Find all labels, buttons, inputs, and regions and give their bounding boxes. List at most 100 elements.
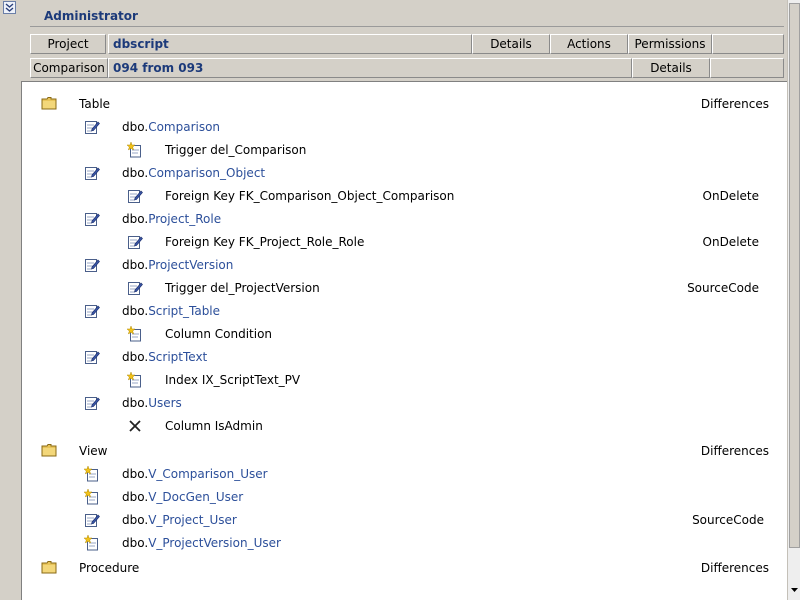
schema-prefix: dbo. [122, 490, 149, 504]
edit-icon [127, 188, 143, 204]
collapse-toggle-icon[interactable] [3, 1, 16, 14]
differences-tree: Table Differences dbo.Comparison Trigger de… [21, 81, 787, 600]
scroll-thumb[interactable] [789, 3, 800, 548]
object-link[interactable]: Project_Role [148, 212, 221, 226]
object-link[interactable]: V_Comparison_User [148, 467, 267, 481]
new-icon [127, 372, 143, 388]
folder-icon [41, 96, 57, 112]
child-row[interactable]: Index IX_ScriptText_PV [22, 370, 782, 390]
edit-icon [84, 119, 100, 135]
edit-icon [84, 165, 100, 181]
actions-button[interactable]: Actions [550, 34, 628, 54]
schema-prefix: dbo. [122, 396, 149, 410]
new-icon [127, 326, 143, 342]
object-row[interactable]: dbo.V_Comparison_User [22, 464, 782, 484]
object-row[interactable]: dbo.Script_Table [22, 301, 782, 321]
schema-prefix: dbo. [122, 304, 149, 318]
object-link[interactable]: Comparison [148, 120, 220, 134]
difference-label: SourceCode [687, 281, 759, 295]
child-row[interactable]: Trigger del_Comparison [22, 140, 782, 160]
comparison-details-button[interactable]: Details [632, 58, 710, 78]
scroll-down-icon[interactable] [789, 584, 800, 596]
object-row[interactable]: dbo.V_DocGen_User [22, 487, 782, 507]
child-row[interactable]: Foreign Key FK_Project_Role_Role OnDelete [22, 232, 782, 252]
difference-label: SourceCode [692, 513, 764, 527]
object-row[interactable]: dbo.Comparison_Object [22, 163, 782, 183]
child-name: Foreign Key FK_Comparison_Object_Compari… [165, 189, 455, 203]
edit-icon [127, 234, 143, 250]
child-name: Foreign Key FK_Project_Role_Role [165, 235, 365, 249]
object-row[interactable]: dbo.Comparison [22, 117, 782, 137]
schema-prefix: dbo. [122, 120, 149, 134]
differences-header: Differences [700, 444, 769, 458]
object-link[interactable]: ProjectVersion [148, 258, 233, 272]
edit-icon [84, 211, 100, 227]
object-row[interactable]: dbo.Project_Role [22, 209, 782, 229]
object-name: dbo.Users [122, 393, 182, 413]
edit-icon [84, 257, 100, 273]
new-icon [127, 142, 143, 158]
folder-icon [41, 560, 57, 576]
object-name: dbo.Comparison [122, 117, 220, 137]
schema-prefix: dbo. [122, 258, 149, 272]
object-name: dbo.V_DocGen_User [122, 487, 243, 507]
object-link[interactable]: Users [148, 396, 182, 410]
group-name: View [79, 444, 108, 458]
object-link[interactable]: Script_Table [148, 304, 220, 318]
comparison-label: Comparison [30, 58, 108, 78]
object-row[interactable]: dbo.ScriptText [22, 347, 782, 367]
schema-prefix: dbo. [122, 513, 149, 527]
schema-prefix: dbo. [122, 212, 149, 226]
schema-prefix: dbo. [122, 166, 149, 180]
comparison-value[interactable]: 094 from 093 [108, 58, 632, 78]
object-row[interactable]: dbo.V_ProjectVersion_User [22, 533, 782, 553]
vertical-scrollbar[interactable] [787, 0, 800, 600]
schema-prefix: dbo. [122, 467, 149, 481]
object-name: dbo.Comparison_Object [122, 163, 265, 183]
object-row[interactable]: dbo.V_Project_User SourceCode [22, 510, 782, 530]
object-link[interactable]: V_Project_User [148, 513, 237, 527]
differences-header: Differences [700, 97, 769, 111]
comparison-filler [710, 58, 784, 78]
group-table[interactable]: Table Differences [22, 94, 782, 114]
object-name: dbo.Project_Role [122, 209, 221, 229]
child-name: Index IX_ScriptText_PV [165, 373, 301, 387]
group-view[interactable]: View Differences [22, 441, 782, 461]
edit-icon [84, 395, 100, 411]
project-value[interactable]: dbscript [108, 34, 472, 54]
child-name: Column Condition [165, 327, 273, 341]
project-label: Project [30, 34, 106, 54]
header-filler [712, 34, 784, 54]
group-procedure[interactable]: Procedure Differences [22, 558, 782, 578]
child-name: Column IsAdmin [165, 419, 263, 433]
difference-label: OnDelete [702, 189, 759, 203]
difference-label: OnDelete [702, 235, 759, 249]
object-link[interactable]: ScriptText [148, 350, 207, 364]
object-link[interactable]: V_ProjectVersion_User [148, 536, 281, 550]
child-row[interactable]: Column IsAdmin [22, 416, 782, 436]
edit-icon [127, 280, 143, 296]
object-row[interactable]: dbo.ProjectVersion [22, 255, 782, 275]
schema-prefix: dbo. [122, 350, 149, 364]
permissions-button[interactable]: Permissions [628, 34, 712, 54]
object-name: dbo.Script_Table [122, 301, 220, 321]
child-row[interactable]: Column Condition [22, 324, 782, 344]
object-name: dbo.V_ProjectVersion_User [122, 533, 281, 553]
new-icon [84, 489, 100, 505]
details-button[interactable]: Details [472, 34, 550, 54]
group-name: Table [79, 97, 111, 111]
object-name: dbo.V_Project_User [122, 510, 237, 530]
object-row[interactable]: dbo.Users [22, 393, 782, 413]
child-row[interactable]: Foreign Key FK_Comparison_Object_Compari… [22, 186, 782, 206]
new-icon [84, 535, 100, 551]
child-name: Trigger del_ProjectVersion [165, 281, 320, 295]
schema-prefix: dbo. [122, 536, 149, 550]
child-row[interactable]: Trigger del_ProjectVersion SourceCode [22, 278, 782, 298]
new-icon [84, 466, 100, 482]
object-link[interactable]: Comparison_Object [148, 166, 265, 180]
edit-icon [84, 512, 100, 528]
project-row: Project dbscript Details Actions Permiss… [30, 34, 784, 54]
folder-icon [41, 443, 57, 459]
object-link[interactable]: V_DocGen_User [148, 490, 243, 504]
user-bar: Administrator [30, 2, 784, 27]
